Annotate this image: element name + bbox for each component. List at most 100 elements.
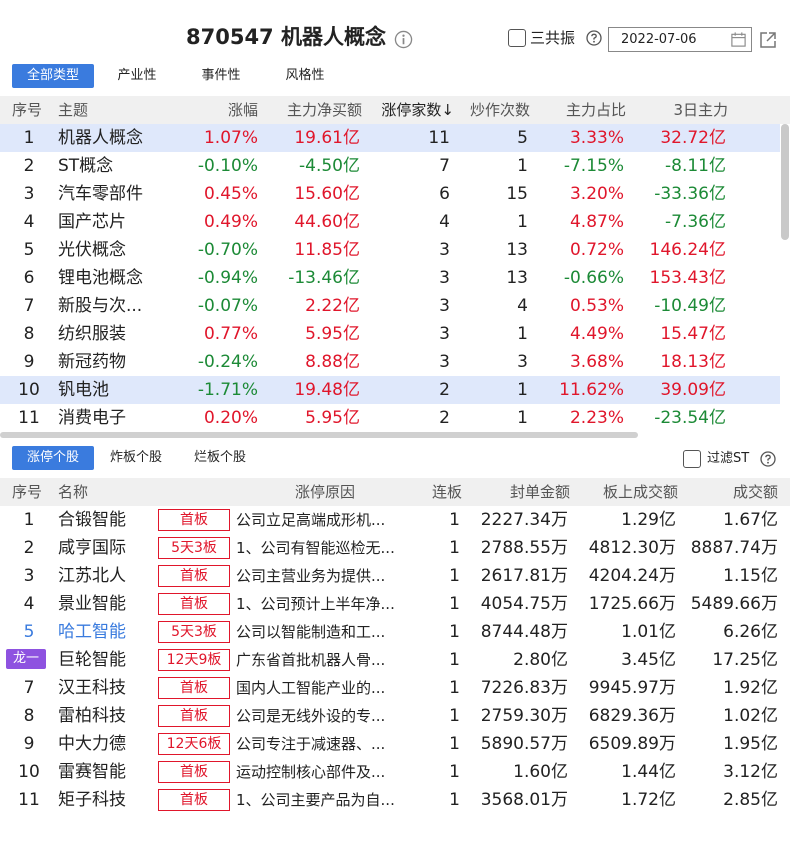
help-icon[interactable] bbox=[760, 451, 776, 467]
stock-name[interactable]: 雷柏科技 bbox=[58, 702, 154, 730]
theme-name[interactable]: 纺织服装 bbox=[58, 320, 178, 348]
col-header-no[interactable]: 序号 bbox=[12, 478, 52, 506]
table-row[interactable]: 5 光伏概念 -0.70% 11.85亿 3 13 0.72% 146.24亿 bbox=[0, 236, 780, 264]
stock-name[interactable]: 巨轮智能 bbox=[58, 646, 154, 674]
table-row[interactable]: 4 国产芯片 0.49% 44.60亿 4 1 4.87% -7.36亿 bbox=[0, 208, 780, 236]
limit-up-reason[interactable]: 公司以智能制造和工... bbox=[236, 618, 414, 646]
limit-up-reason[interactable]: 1、公司预计上半年净... bbox=[236, 590, 414, 618]
table-row[interactable]: 9 新冠药物 -0.24% 8.88亿 3 3 3.68% 18.13亿 bbox=[0, 348, 780, 376]
streak-count: 1 bbox=[449, 622, 460, 642]
help-icon[interactable] bbox=[586, 30, 602, 46]
theme-name[interactable]: 国产芯片 bbox=[58, 208, 178, 236]
filter-st-checkbox[interactable] bbox=[683, 450, 701, 468]
date-picker[interactable]: 2022-07-06 bbox=[608, 27, 752, 52]
table-row[interactable]: 11 矩子科技 首板 1、公司主要产品为自... 1 3568.01万 1.72亿 2.85亿 bbox=[0, 786, 790, 814]
tab-broken-board-stocks[interactable]: 炸板个股 bbox=[100, 446, 172, 470]
col-header-board-amount[interactable]: 板上成交额 bbox=[574, 478, 678, 506]
stock-name[interactable]: 汉王科技 bbox=[58, 674, 154, 702]
limit-up-reason[interactable]: 国内人工智能产业的... bbox=[236, 674, 414, 702]
col-header-amount[interactable]: 成交额 bbox=[682, 478, 778, 506]
table-row[interactable]: 3 汽车零部件 0.45% 15.60亿 6 15 3.20% -33.36亿 bbox=[0, 180, 780, 208]
table-row[interactable]: 3 江苏北人 首板 公司主营业务为提供... 1 2617.81万 4204.24万 1.15… bbox=[0, 562, 790, 590]
theme-name[interactable]: 消费电子 bbox=[58, 404, 178, 432]
stock-name[interactable]: 咸亨国际 bbox=[58, 534, 154, 562]
limit-up-reason[interactable]: 公司主营业务为提供... bbox=[236, 562, 414, 590]
stock-name[interactable]: 中大力德 bbox=[58, 730, 154, 758]
filter-st-toggle[interactable]: 过滤ST bbox=[683, 450, 749, 468]
three-day-main-value: -23.54亿 bbox=[654, 408, 726, 428]
theme-name[interactable]: 光伏概念 bbox=[58, 236, 178, 264]
table-row[interactable]: 7 汉王科技 首板 国内人工智能产业的... 1 7226.83万 9945.97万 1.92… bbox=[0, 674, 790, 702]
table-row[interactable]: 1 合锻智能 首板 公司立足高端成形机... 1 2227.34万 1.29亿 1.67亿 bbox=[0, 506, 790, 534]
theme-name[interactable]: 机器人概念 bbox=[58, 124, 178, 152]
table-row[interactable]: 2 ST概念 -0.10% -4.50亿 7 1 -7.15% -8.11亿 bbox=[0, 152, 780, 180]
table-row[interactable]: 5 哈工智能 5天3板 公司以智能制造和工... 1 8744.48万 1.01亿 6.26亿 bbox=[0, 618, 790, 646]
theme-name[interactable]: 新股与次... bbox=[58, 292, 178, 320]
table-row[interactable]: 4 景业智能 首板 1、公司预计上半年净... 1 4054.75万 1725.66万 548… bbox=[0, 590, 790, 618]
tab-event[interactable]: 事件性 bbox=[186, 64, 256, 88]
table-row[interactable]: 10 雷赛智能 首板 运动控制核心部件及... 1 1.60亿 1.44亿 3.12亿 bbox=[0, 758, 790, 786]
table-row[interactable]: 1 机器人概念 1.07% 19.61亿 11 5 3.33% 32.72亿 bbox=[0, 124, 780, 152]
limit-up-reason[interactable]: 公司专注于减速器、... bbox=[236, 730, 414, 758]
main-ratio-value: 2.23% bbox=[569, 408, 624, 428]
sector-vertical-scrollbar[interactable] bbox=[781, 124, 789, 240]
share-icon[interactable] bbox=[758, 30, 778, 50]
theme-name[interactable]: 新冠药物 bbox=[58, 348, 178, 376]
theme-name[interactable]: ST概念 bbox=[58, 152, 178, 180]
table-row[interactable]: 6 锂电池概念 -0.94% -13.46亿 3 13 -0.66% 153.43亿 bbox=[0, 264, 780, 292]
theme-name[interactable]: 锂电池概念 bbox=[58, 264, 178, 292]
col-header-reason[interactable]: 涨停原因 bbox=[250, 478, 400, 506]
board-count-badge: 首板 bbox=[158, 705, 230, 727]
tab-style[interactable]: 风格性 bbox=[270, 64, 340, 88]
col-header-main-ratio[interactable]: 主力占比 bbox=[534, 96, 626, 124]
tab-weak-board-stocks[interactable]: 烂板个股 bbox=[184, 446, 256, 470]
resonance-checkbox[interactable] bbox=[508, 29, 526, 47]
calendar-icon[interactable] bbox=[730, 31, 747, 48]
tab-industry[interactable]: 产业性 bbox=[102, 64, 172, 88]
stock-name[interactable]: 合锻智能 bbox=[58, 506, 154, 534]
col-header-name[interactable]: 名称 bbox=[58, 478, 138, 506]
limit-up-reason[interactable]: 广东省首批机器人骨... bbox=[236, 646, 414, 674]
limit-up-reason[interactable]: 1、公司主要产品为自... bbox=[236, 786, 414, 814]
streak-count: 1 bbox=[449, 538, 460, 558]
limit-up-reason[interactable]: 运动控制核心部件及... bbox=[236, 758, 414, 786]
row-index: 9 bbox=[23, 734, 35, 754]
table-row[interactable]: 2 咸亨国际 5天3板 1、公司有智能巡检无... 1 2788.55万 4812.30万 8… bbox=[0, 534, 790, 562]
col-header-3day-main[interactable]: 3日主力 bbox=[630, 96, 728, 124]
sector-horizontal-scrollbar[interactable] bbox=[0, 432, 638, 438]
table-row[interactable]: 龙一 巨轮智能 12天9板 广东省首批机器人骨... 1 2.80亿 3.45亿 17.25亿 bbox=[0, 646, 790, 674]
limit-up-reason[interactable]: 1、公司有智能巡检无... bbox=[236, 534, 414, 562]
stock-name[interactable]: 矩子科技 bbox=[58, 786, 154, 814]
table-row[interactable]: 8 雷柏科技 首板 公司是无线外设的专... 1 2759.30万 6829.36万 1.02… bbox=[0, 702, 790, 730]
stock-name[interactable]: 景业智能 bbox=[58, 590, 154, 618]
streak-count: 1 bbox=[449, 510, 460, 530]
col-header-theme[interactable]: 主题 bbox=[58, 96, 138, 124]
col-header-net-buy[interactable]: 主力净买额 bbox=[262, 96, 362, 124]
stock-name[interactable]: 江苏北人 bbox=[58, 562, 154, 590]
table-row[interactable]: 11 消费电子 0.20% 5.95亿 2 1 2.23% -23.54亿 bbox=[0, 404, 780, 432]
col-header-limit-up[interactable]: 涨停家数↓ bbox=[366, 96, 454, 124]
stock-name[interactable]: 哈工智能 bbox=[58, 618, 154, 646]
row-index: 6 bbox=[23, 268, 35, 288]
col-header-change[interactable]: 涨幅 bbox=[180, 96, 258, 124]
table-row[interactable]: 7 新股与次... -0.07% 2.22亿 3 4 0.53% -10.49亿 bbox=[0, 292, 780, 320]
streak-count: 1 bbox=[449, 762, 460, 782]
col-header-seal-amount[interactable]: 封单金额 bbox=[466, 478, 570, 506]
seal-amount: 2227.34万 bbox=[480, 510, 568, 530]
info-icon[interactable] bbox=[394, 30, 413, 49]
resonance-toggle[interactable]: 三共振 bbox=[508, 28, 575, 48]
limit-up-reason[interactable]: 公司立足高端成形机... bbox=[236, 506, 414, 534]
hype-count: 13 bbox=[506, 240, 528, 260]
tab-all-types[interactable]: 全部类型 bbox=[12, 64, 94, 88]
tab-limit-up-stocks[interactable]: 涨停个股 bbox=[12, 446, 94, 470]
stock-name[interactable]: 雷赛智能 bbox=[58, 758, 154, 786]
col-header-hype[interactable]: 炒作次数 bbox=[456, 96, 530, 124]
col-header-no[interactable]: 序号 bbox=[12, 96, 52, 124]
theme-name[interactable]: 汽车零部件 bbox=[58, 180, 178, 208]
col-header-streak[interactable]: 连板 bbox=[406, 478, 462, 506]
theme-name[interactable]: 钒电池 bbox=[58, 376, 178, 404]
table-row[interactable]: 9 中大力德 12天6板 公司专注于减速器、... 1 5890.57万 6509.89万 1… bbox=[0, 730, 790, 758]
table-row[interactable]: 8 纺织服装 0.77% 5.95亿 3 1 4.49% 15.47亿 bbox=[0, 320, 780, 348]
limit-up-reason[interactable]: 公司是无线外设的专... bbox=[236, 702, 414, 730]
table-row[interactable]: 10 钒电池 -1.71% 19.48亿 2 1 11.62% 39.09亿 bbox=[0, 376, 780, 404]
